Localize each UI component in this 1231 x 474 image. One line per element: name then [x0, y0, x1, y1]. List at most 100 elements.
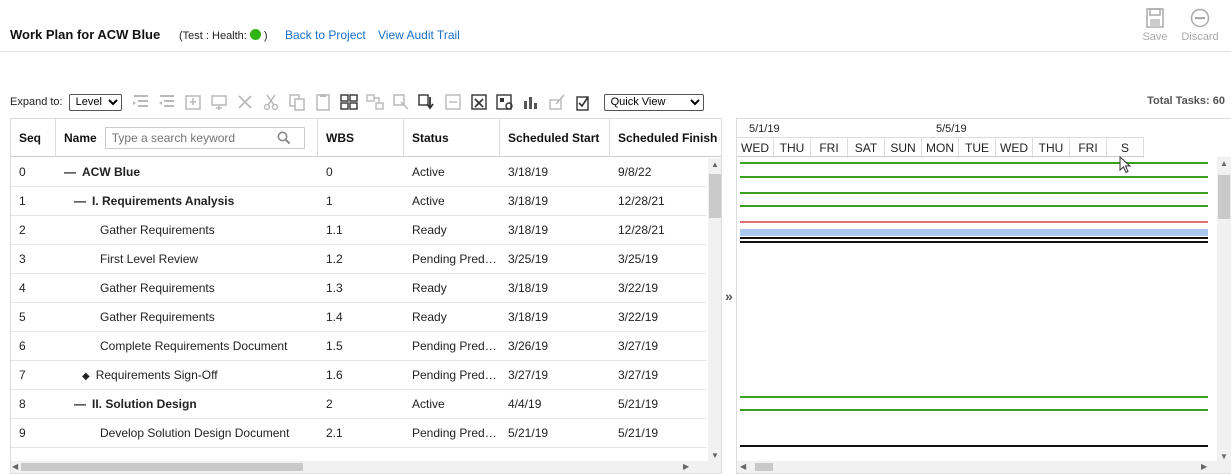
mouse-cursor-icon: [1119, 156, 1132, 174]
paste-icon[interactable]: [312, 91, 334, 113]
gantt-bar-row-10[interactable]: [740, 445, 1208, 447]
checklist-icon[interactable]: [572, 91, 594, 113]
discard-button[interactable]: Discard: [1180, 8, 1220, 43]
task-name[interactable]: First Level Review: [100, 252, 198, 266]
scroll-down-arrow-icon[interactable]: ▼: [711, 451, 719, 460]
col-seq-header[interactable]: Seq: [11, 119, 56, 157]
table-row[interactable]: 8 — II. Solution Design 2 Active 4/4/19 5/21/1…: [11, 390, 707, 419]
gantt-day-header: FRI: [811, 138, 848, 158]
excel-icon[interactable]: [468, 91, 490, 113]
col-start-header[interactable]: Scheduled Start: [500, 119, 610, 157]
name-cell: Develop Solution Design Document: [56, 426, 318, 440]
finish-cell: 3/27/19: [618, 368, 659, 382]
gantt-bar-row-0[interactable]: [740, 162, 1208, 164]
total-tasks-count: Total Tasks: 60: [1147, 95, 1225, 107]
search-icon[interactable]: [277, 131, 291, 145]
insert-task-icon[interactable]: [182, 91, 204, 113]
col-status-header[interactable]: Status: [404, 119, 500, 157]
table-row[interactable]: 2 Gather Requirements 1.1 Ready 3/18/19 12/28…: [11, 216, 707, 245]
gantt-bar-row-4[interactable]: [740, 221, 1208, 223]
gantt-day-header: SUN: [885, 138, 922, 158]
expand-gantt-chevron-icon[interactable]: »: [725, 288, 733, 304]
name-cell: Gather Requirements: [56, 223, 318, 237]
gantt-scroll-down-arrow-icon[interactable]: ▼: [1220, 452, 1228, 461]
insert-milestone-icon[interactable]: [208, 91, 230, 113]
table-row[interactable]: 5 Gather Requirements 1.4 Ready 3/18/19 3/22/…: [11, 303, 707, 332]
grid-vertical-scrollbar[interactable]: ▲ ▼: [708, 158, 721, 462]
scroll-up-arrow-icon[interactable]: ▲: [711, 160, 719, 169]
task-name[interactable]: Develop Solution Design Document: [100, 426, 289, 440]
search-input[interactable]: [111, 131, 277, 145]
pane-splitter[interactable]: »: [724, 118, 736, 474]
export-icon[interactable]: [416, 91, 438, 113]
search-box[interactable]: [104, 127, 305, 149]
link-icon[interactable]: [364, 91, 386, 113]
gantt-vscroll-thumb[interactable]: [1218, 175, 1230, 219]
gantt-scroll-up-arrow-icon[interactable]: ▲: [1220, 159, 1228, 168]
gantt-scroll-right-arrow-icon[interactable]: ▶: [1201, 462, 1207, 471]
task-name[interactable]: Gather Requirements: [100, 223, 215, 237]
grid-vscroll-thumb[interactable]: [709, 174, 721, 218]
save-label: Save: [1142, 31, 1168, 43]
quick-view-select[interactable]: Quick View: [603, 93, 704, 111]
seq-cell: 4: [19, 281, 26, 295]
grid-header: Seq Name WBS Status Scheduled Start Sche…: [11, 119, 721, 157]
table-row[interactable]: 0 — ACW Blue 0 Active 3/18/19 9/8/22: [11, 158, 707, 187]
table-row[interactable]: 1 — I. Requirements Analysis 1 Active 3/18/19…: [11, 187, 707, 216]
col-wbs-header[interactable]: WBS: [318, 119, 404, 157]
chart-icon[interactable]: [520, 91, 542, 113]
collapse-toggle-icon[interactable]: —: [74, 397, 86, 411]
delete-icon[interactable]: [234, 91, 256, 113]
grid-horizontal-scrollbar[interactable]: ◀ ▶: [11, 461, 721, 473]
cut-icon[interactable]: [260, 91, 282, 113]
table-row[interactable]: 7 ◆ Requirements Sign-Off 1.6 Pending Pred… 3…: [11, 361, 707, 390]
gantt-bar-row-7[interactable]: [740, 241, 1208, 243]
back-to-project-link[interactable]: Back to Project: [285, 28, 366, 42]
gantt-hscroll-thumb[interactable]: [755, 463, 773, 471]
task-name[interactable]: Requirements Sign-Off: [96, 368, 218, 382]
task-name[interactable]: ACW Blue: [82, 165, 140, 179]
table-row[interactable]: 9 Develop Solution Design Document 2.1 Pend…: [11, 419, 707, 448]
gantt-bar-row-6[interactable]: [740, 237, 1208, 239]
edit-icon[interactable]: [546, 91, 568, 113]
view-audit-trail-link[interactable]: View Audit Trail: [378, 28, 460, 42]
task-name[interactable]: Gather Requirements: [100, 281, 215, 295]
indent-icon[interactable]: [130, 91, 152, 113]
scroll-left-arrow-icon[interactable]: ◀: [12, 462, 18, 471]
collapse-toggle-icon[interactable]: —: [74, 194, 86, 208]
gantt-scroll-left-arrow-icon[interactable]: ◀: [740, 462, 746, 471]
col-name-header[interactable]: Name: [56, 119, 318, 157]
expand-level-select[interactable]: Level: [68, 93, 122, 111]
col-finish-header[interactable]: Scheduled Finish: [610, 119, 721, 157]
table-row[interactable]: 4 Gather Requirements 1.3 Ready 3/18/19 3/22/…: [11, 274, 707, 303]
import-icon[interactable]: [442, 91, 464, 113]
table-row[interactable]: 6 Complete Requirements Document 1.5 Pendin…: [11, 332, 707, 361]
collapse-toggle-icon[interactable]: —: [64, 165, 76, 179]
task-name[interactable]: Gather Requirements: [100, 310, 215, 324]
scroll-right-arrow-icon[interactable]: ▶: [683, 462, 689, 471]
task-name[interactable]: I. Requirements Analysis: [92, 194, 234, 208]
gantt-day-header: MON: [922, 138, 959, 158]
copy-icon[interactable]: [286, 91, 308, 113]
discard-icon: [1190, 8, 1210, 28]
gantt-bar-row-1[interactable]: [740, 176, 1208, 178]
table-row[interactable]: 3 First Level Review 1.2 Pending Pred… 3/25/…: [11, 245, 707, 274]
save-button[interactable]: Save: [1135, 8, 1175, 43]
gantt-bar-row-3[interactable]: [740, 205, 1208, 207]
hierarchy-icon[interactable]: [338, 91, 360, 113]
gantt-vertical-scrollbar[interactable]: ▲ ▼: [1217, 157, 1231, 463]
gantt-bar-row-2[interactable]: [740, 192, 1208, 194]
gantt-bar-row-8[interactable]: [740, 396, 1208, 398]
baseline-icon[interactable]: [494, 91, 516, 113]
task-name[interactable]: Complete Requirements Document: [100, 339, 287, 353]
gantt-bar-row-9[interactable]: [740, 409, 1208, 411]
gantt-horizontal-scrollbar[interactable]: ◀ ▶: [737, 461, 1231, 473]
grid-hscroll-thumb[interactable]: [21, 463, 303, 471]
gantt-bar-row-5[interactable]: [740, 229, 1208, 236]
finish-cell: 3/22/19: [618, 281, 659, 295]
gantt-week-row: 5/1/19 5/5/19: [737, 119, 1231, 137]
unlink-icon[interactable]: [390, 91, 412, 113]
task-name[interactable]: II. Solution Design: [92, 397, 197, 411]
wbs-cell: 2.1: [326, 426, 343, 440]
outdent-icon[interactable]: [156, 91, 178, 113]
